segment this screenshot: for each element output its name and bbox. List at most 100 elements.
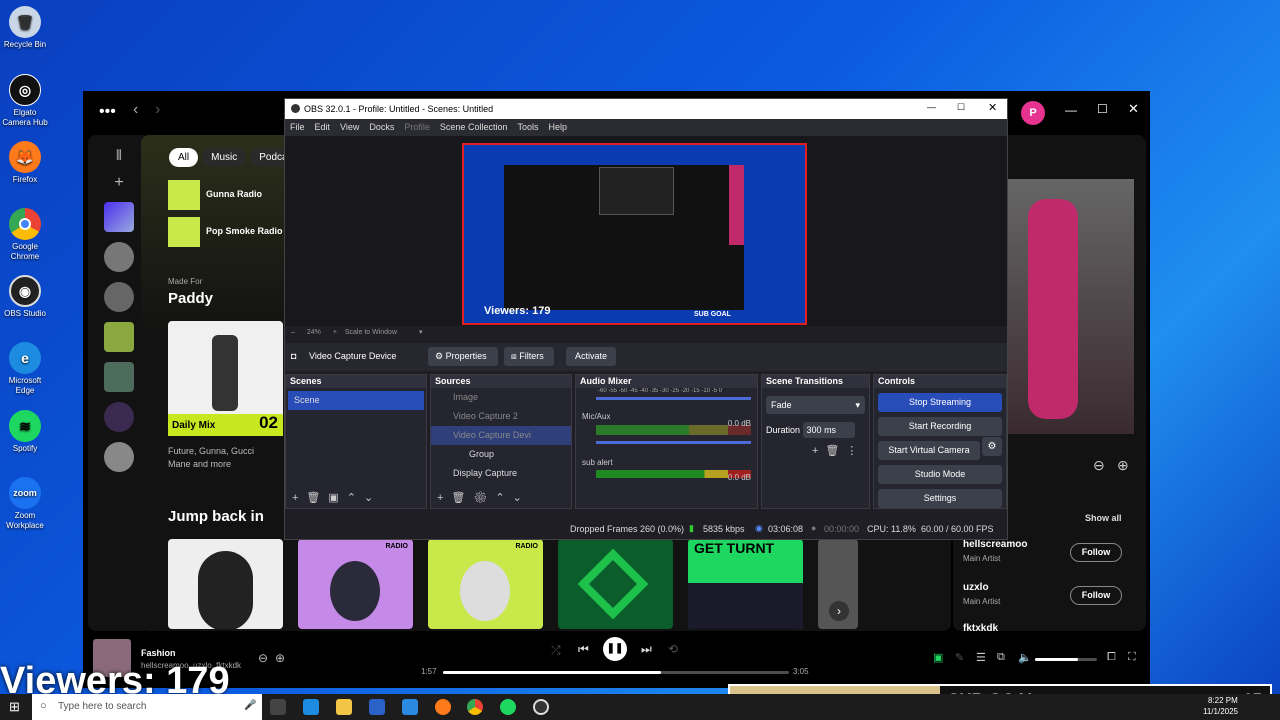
follow-button[interactable]: Follow [1070,543,1122,562]
show-all-link[interactable]: Show all [1085,513,1122,523]
edge-shortcut[interactable]: e Microsoft Edge [0,342,50,396]
duration-input[interactable]: 300 ms [802,422,855,438]
scene-item[interactable]: Scene [288,391,424,410]
source-item[interactable]: Video Capture 2 [431,407,571,426]
minimize-icon[interactable]: — [1065,103,1077,117]
source-item[interactable]: Group [431,445,571,464]
studio-mode-button[interactable]: Studio Mode [878,465,1002,484]
zoom-shortcut[interactable]: zoom Zoom Workplace [0,477,50,531]
jump-card[interactable]: RADIO [428,539,543,629]
miniplayer-icon[interactable]: ⧠ [1107,651,1116,664]
filter-all[interactable]: All [169,148,199,167]
jump-card[interactable] [558,539,673,629]
search-input[interactable]: Type here to search [32,694,262,720]
menu-docks[interactable]: Docks [369,122,394,132]
menu-profile[interactable]: Profile [404,122,430,132]
zoom-in-icon[interactable]: ⊕ [1117,457,1129,474]
firefox-icon[interactable] [435,699,451,715]
menu-file[interactable]: File [290,122,305,132]
firefox-shortcut[interactable]: 🦊 Firefox [0,141,50,185]
remove-icon[interactable]: ⊖ [258,651,268,665]
source-actions[interactable]: +🗑⚙⌃⌄ [437,491,530,504]
settings-button[interactable]: Settings [878,489,1002,508]
filter-music[interactable]: Music [202,148,247,167]
follow-button[interactable]: Follow [1070,586,1122,605]
scene-actions[interactable]: +🗑▣⌃⌄ [292,491,381,504]
clock-date[interactable]: 11/1/2025 [1203,707,1238,716]
jump-card[interactable]: RADIO [298,539,413,629]
track-title[interactable]: Fashion [141,648,176,658]
repeat-icon[interactable]: ⟲ [668,642,678,656]
connect-device-icon[interactable]: ⧉ [997,651,1005,664]
preview-canvas[interactable]: Viewers: 179 SUB GOAL [285,136,1007,326]
now-playing-view-icon[interactable]: ▣ [933,651,943,664]
chrome-shortcut[interactable]: Google Chrome [0,208,50,262]
zoom-out-icon[interactable]: – [291,329,295,336]
recent-item[interactable]: Gunna Radio [168,180,288,210]
task-view-icon[interactable] [270,699,286,715]
recycle-bin[interactable]: 🗑 Recycle Bin [0,6,50,50]
menu-view[interactable]: View [340,122,359,132]
transition-actions[interactable]: +🗑⋮ [762,444,869,457]
stop-streaming-button[interactable]: Stop Streaming [878,393,1002,412]
chrome-icon[interactable] [467,699,483,715]
minimize-icon[interactable]: — [927,102,936,112]
pause-button[interactable]: ❚❚ [603,637,627,661]
preview-source-bounds[interactable]: Viewers: 179 SUB GOAL [462,143,807,325]
start-virtual-camera-button[interactable]: Start Virtual Camera [878,441,980,460]
avatar[interactable]: P [1021,101,1045,125]
properties-button[interactable]: ⚙ Properties [428,347,498,366]
mail-icon[interactable] [402,699,418,715]
shuffle-icon[interactable]: ⤮ [551,643,561,658]
daily-mix-card[interactable]: Daily Mix 02 [168,321,283,436]
back-icon[interactable]: ‹ [133,101,138,119]
source-item[interactable]: Image [431,388,571,407]
liked-songs-icon[interactable] [104,202,134,232]
library-item[interactable] [104,442,134,472]
file-explorer-icon[interactable] [336,699,352,715]
elgato-camera-hub[interactable]: ◎ Elgato Camera Hub [0,74,50,128]
spotify-shortcut[interactable]: ≋ Spotify [0,410,50,454]
lyrics-icon[interactable]: ✎ [955,651,964,664]
store-icon[interactable] [369,699,385,715]
zoom-out-icon[interactable]: ⊖ [1093,457,1105,474]
maximize-icon[interactable]: ☐ [1097,102,1108,116]
volume-fader[interactable] [596,397,751,400]
spotify-icon[interactable] [500,699,516,715]
close-icon[interactable]: ✕ [988,101,997,114]
jump-card[interactable] [168,539,283,629]
scroll-right-icon[interactable]: › [829,601,849,621]
menu-help[interactable]: Help [548,122,567,132]
source-item[interactable]: Display Capture [431,464,571,483]
library-item[interactable] [104,282,134,312]
add-icon[interactable]: ⊕ [275,651,285,665]
zoom-in-icon[interactable]: + [333,329,337,336]
menu-tools[interactable]: Tools [517,122,538,132]
transition-select[interactable]: Fade ▾ [766,396,865,414]
library-item[interactable] [104,242,134,272]
next-icon[interactable]: ⏭ [641,642,652,657]
scale-mode[interactable]: Scale to Window [345,329,397,336]
volume-icon[interactable]: 🔈 [1018,651,1032,664]
close-icon[interactable]: ✕ [1128,101,1139,117]
library-item[interactable] [104,322,134,352]
windows-start-icon[interactable]: ⊞ [9,699,20,715]
progress-bar[interactable] [443,671,789,674]
maximize-icon[interactable]: ☐ [957,102,965,113]
edge-icon[interactable] [303,699,319,715]
chevron-down-icon[interactable]: ▾ [419,329,423,336]
source-item[interactable]: Video Capture Devi [431,426,571,445]
obs-icon[interactable] [533,699,549,715]
fullscreen-icon[interactable]: ⛶ [1128,651,1136,664]
volume-slider[interactable] [1035,658,1097,661]
microphone-icon[interactable]: 🎤 [244,700,256,711]
more-icon[interactable]: ••• [99,103,116,121]
menu-scene-collection[interactable]: Scene Collection [440,122,508,132]
previous-icon[interactable]: ⏮ [578,642,589,657]
menu-edit[interactable]: Edit [315,122,331,132]
recent-item[interactable]: Pop Smoke Radio [168,217,288,247]
queue-icon[interactable]: ☰ [976,651,986,664]
gear-icon[interactable]: ⚙ [982,437,1002,456]
forward-icon[interactable]: › [155,101,160,119]
obs-shortcut[interactable]: ◉ OBS Studio [0,275,50,319]
